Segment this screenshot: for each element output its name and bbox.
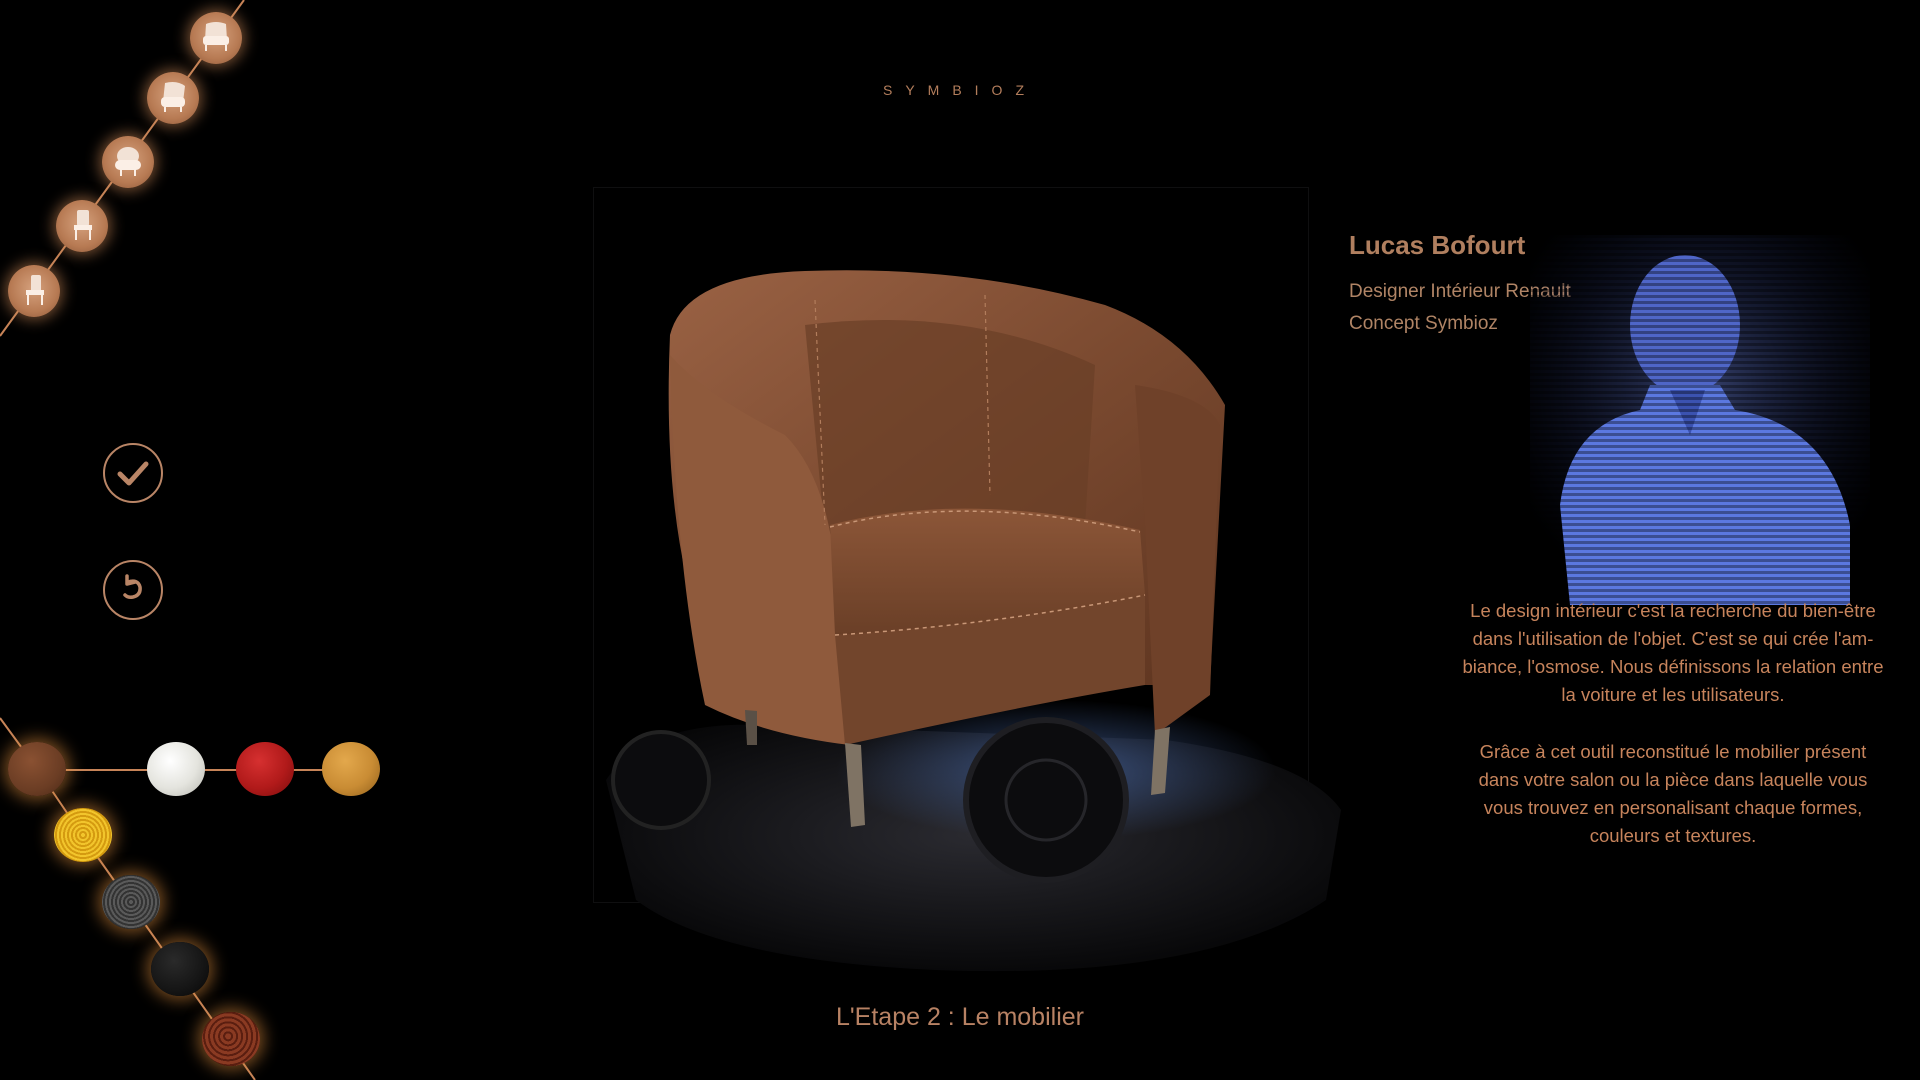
texture-grey[interactable] <box>102 875 160 929</box>
texture-black[interactable] <box>151 942 209 996</box>
designer-portrait <box>1530 235 1870 615</box>
model-thumb-chair-2[interactable] <box>8 265 60 317</box>
model-thumb-armchair-2[interactable] <box>147 72 199 124</box>
armchair-icon <box>115 147 141 176</box>
swatch-white[interactable] <box>147 742 205 796</box>
chair-icon <box>74 210 92 240</box>
symbioz-logo: SYMBIOZ <box>882 82 1037 98</box>
step-label: L'Etape 2 : Le mobilier <box>836 1003 1084 1031</box>
designer-name: Lucas Bofourt <box>1349 230 1526 260</box>
texture-yellow[interactable] <box>54 808 112 862</box>
validate-button[interactable] <box>103 443 163 503</box>
model-thumb-armchair-1[interactable] <box>190 12 242 64</box>
description-paragraph-2: Grâce à cet outil reconstitué le mobilie… <box>1478 741 1868 846</box>
undo-icon <box>123 574 142 599</box>
model-thumb-chair-1[interactable] <box>56 200 108 252</box>
description-paragraph-1: Le design intérieur c'est la recherche d… <box>1462 600 1884 705</box>
reset-button[interactable] <box>103 560 163 620</box>
armchair-product <box>668 270 1225 827</box>
swatch-ochre[interactable] <box>322 742 380 796</box>
model-thumb-armchair-3[interactable] <box>102 136 154 188</box>
swatch-brown[interactable] <box>8 742 66 796</box>
chair-icon <box>26 275 44 305</box>
check-icon <box>117 461 149 486</box>
armchair-icon <box>203 22 229 51</box>
swatch-red[interactable] <box>236 742 294 796</box>
texture-leather[interactable] <box>202 1012 260 1066</box>
armchair-icon <box>161 82 185 112</box>
